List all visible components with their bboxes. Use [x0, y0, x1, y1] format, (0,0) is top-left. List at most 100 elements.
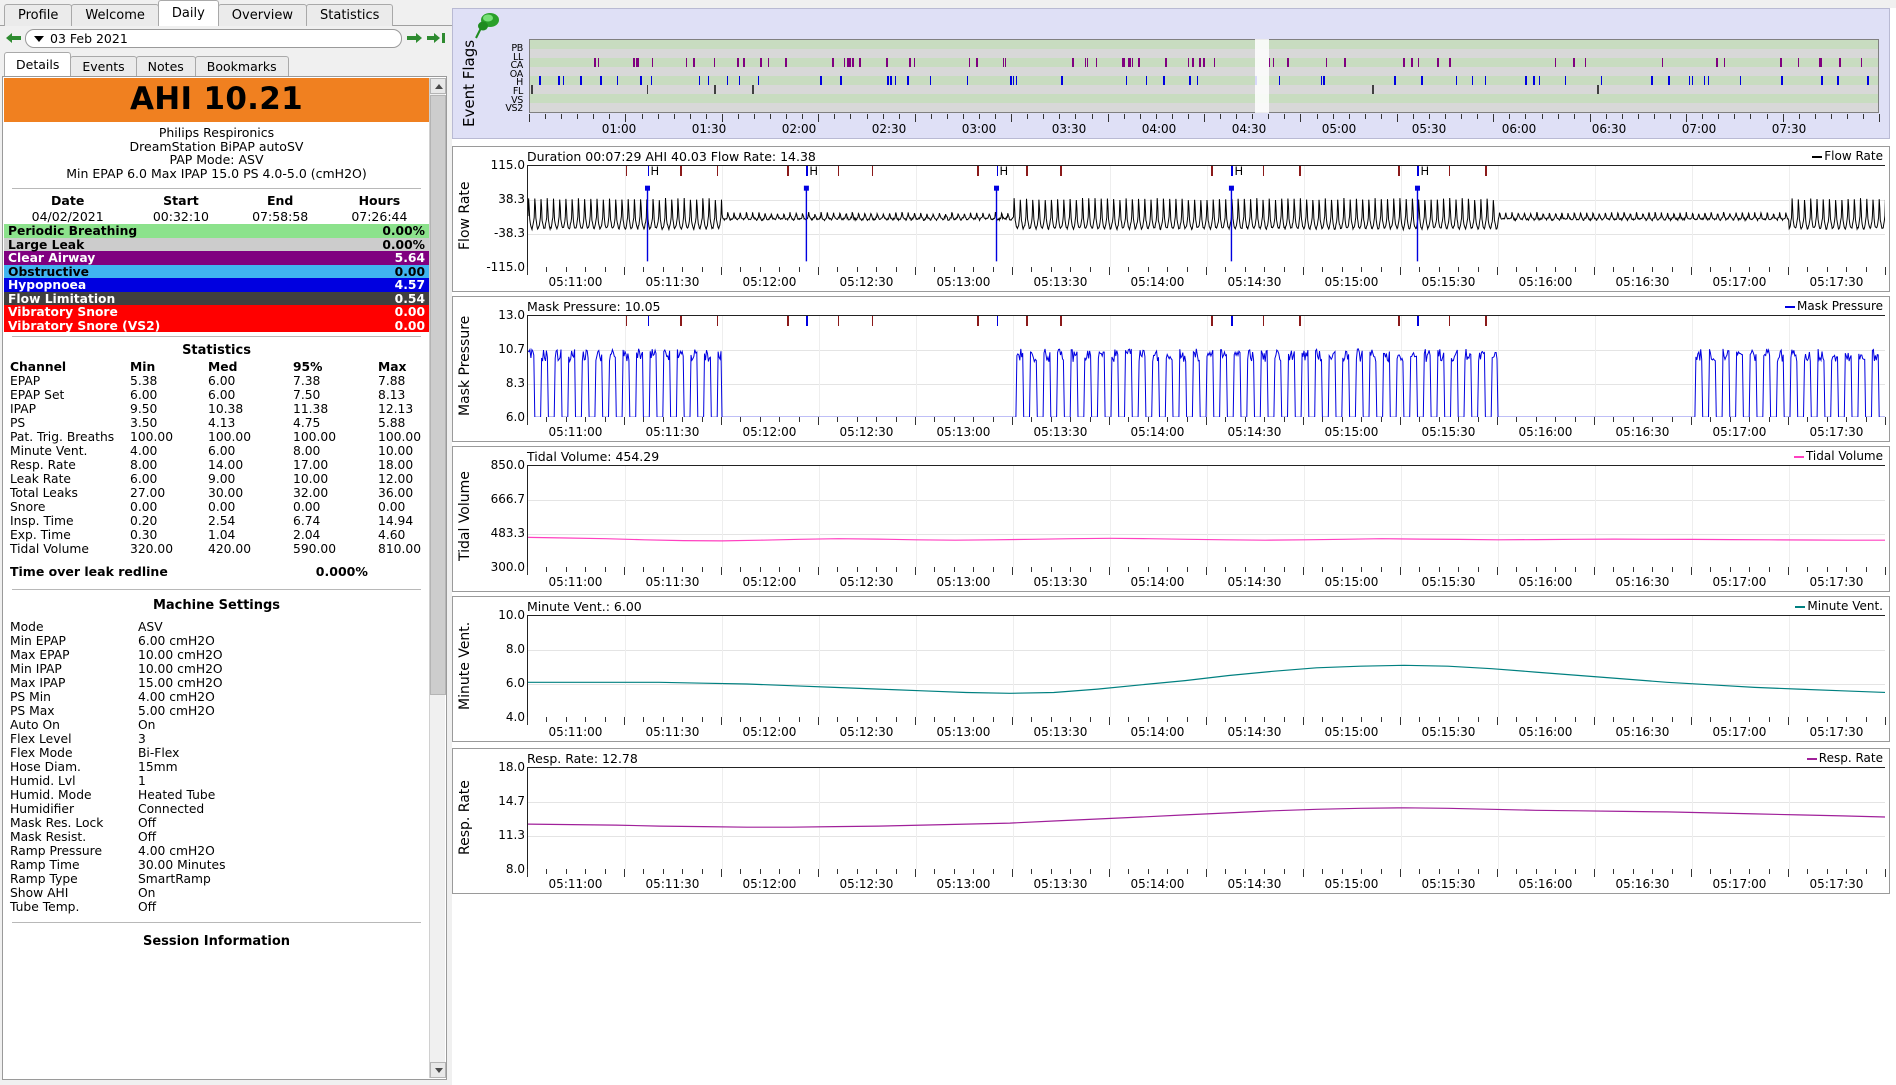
plot-area[interactable]: [527, 465, 1885, 567]
axis-tick: [1458, 417, 1460, 422]
event-summary-row[interactable]: Hypopnoea 4.57: [4, 278, 429, 292]
x-axis-tick-label: 05:11:00: [548, 275, 603, 289]
graph-legend[interactable]: Minute Vent.: [1795, 599, 1883, 613]
event-flag-marker: [785, 58, 787, 67]
axis-tick: [1341, 717, 1343, 722]
graph-legend[interactable]: Tidal Volume: [1793, 449, 1883, 463]
event-flag-marker: [707, 76, 710, 85]
machine-setting-row: PS Max 5.00 cmH2O: [4, 704, 429, 718]
statistics-cell: 14.94: [378, 514, 414, 529]
graph-flow-rate[interactable]: Duration 00:07:29 AHI 40.03 Flow Rate: 1…: [452, 146, 1890, 292]
event-summary-row[interactable]: Clear Airway 5.64: [4, 251, 429, 265]
axis-tick: [1749, 567, 1751, 572]
event-summary-row[interactable]: Vibratory Snore (VS2) 0.00: [4, 319, 429, 333]
axis-tick: [1128, 869, 1130, 874]
axis-tick: [1322, 417, 1324, 422]
tab-profile[interactable]: Profile: [4, 4, 73, 26]
axis-tick: [1477, 114, 1479, 119]
event-summary-row[interactable]: Large Leak 0.00%: [4, 238, 429, 252]
tab-daily[interactable]: Daily: [157, 0, 219, 26]
statistics-cell: 11.38: [293, 402, 329, 417]
selected-time-range[interactable]: [1254, 39, 1269, 113]
plot-area[interactable]: HHHHH: [527, 165, 1885, 267]
plot-area[interactable]: [527, 315, 1885, 417]
event-label: Vibratory Snore (VS2): [8, 318, 161, 333]
event-value: 0.00: [394, 264, 425, 279]
event-summary-row[interactable]: Periodic Breathing 0.00%: [4, 224, 429, 238]
axis-tick: [1206, 567, 1207, 575]
event-summary-row[interactable]: Obstructive 0.00: [4, 265, 429, 279]
subtab-details[interactable]: Details: [4, 52, 72, 76]
tab-welcome[interactable]: Welcome: [71, 4, 159, 26]
event-flag-marker: [890, 76, 892, 85]
axis-tick: [1050, 717, 1052, 722]
y-axis-ticks: 850.0 666.7 483.3 300.0: [477, 458, 525, 574]
plot-area[interactable]: [527, 615, 1885, 717]
axis-tick: [701, 267, 703, 272]
graph-legend[interactable]: Flow Rate: [1812, 149, 1883, 163]
next-day-icon[interactable]: [406, 30, 424, 46]
axis-tick: [701, 417, 703, 422]
axis-tick: [721, 567, 722, 575]
axis-tick: [934, 417, 936, 422]
statistics-cell: 8.00: [130, 458, 158, 473]
axis-tick: [1807, 567, 1809, 572]
y-axis-tick-label: 4.0: [505, 710, 525, 724]
axis-tick: [625, 114, 627, 122]
axis-tick: [1574, 717, 1576, 722]
x-axis-tick-label: 05:15:00: [1324, 725, 1379, 739]
pap-mode: PAP Mode: ASV: [169, 152, 264, 168]
graph-resp-rate[interactable]: Resp. Rate: 12.78 Resp. Rate Resp. Rate 18.…: [452, 748, 1890, 894]
scroll-down-icon[interactable]: [430, 1062, 446, 1078]
graph-tidal-volume[interactable]: Tidal Volume: 454.29 Tidal Volume Tidal Vo…: [452, 446, 1890, 592]
tab-statistics[interactable]: Statistics: [306, 4, 394, 26]
scrollbar-thumb[interactable]: [430, 95, 446, 695]
graph-legend[interactable]: Resp. Rate: [1806, 751, 1883, 765]
axis-tick: [662, 417, 664, 422]
statistics-cell: 6.74: [293, 514, 321, 529]
axis-tick: [1798, 114, 1800, 119]
event-summary-row[interactable]: Vibratory Snore 0.00: [4, 305, 429, 319]
axis-tick: [1458, 717, 1460, 722]
event-flags-chart[interactable]: [529, 39, 1879, 113]
graph-minute-vent[interactable]: Minute Vent.: 6.00 Minute Vent. Minute Ven…: [452, 596, 1890, 742]
subtab-notes[interactable]: Notes: [135, 56, 196, 76]
axis-tick: [662, 869, 664, 874]
axis-tick: [721, 417, 722, 425]
event-summary-row[interactable]: Flow Limitation 0.54: [4, 292, 429, 306]
subtab-bookmarks[interactable]: Bookmarks: [194, 56, 289, 76]
subtab-events[interactable]: Events: [70, 56, 137, 76]
details-scrollbar[interactable]: [429, 78, 446, 1078]
statistics-header-row: Channel Min Med 95% Max: [4, 360, 429, 374]
graph-legend[interactable]: Mask Pressure: [1785, 299, 1883, 313]
event-marker: [977, 166, 980, 176]
machine-setting-key: Tube Temp.: [10, 900, 80, 915]
last-day-icon[interactable]: [427, 30, 445, 46]
session-header-row: Date Start End Hours: [4, 192, 429, 209]
axis-tick: [953, 417, 955, 422]
scroll-up-icon[interactable]: [430, 78, 446, 94]
axis-tick: [1729, 869, 1731, 874]
axis-tick: [1268, 114, 1270, 119]
previous-day-icon[interactable]: [4, 30, 22, 46]
axis-tick: [1167, 869, 1169, 874]
machine-setting-value: On: [138, 886, 156, 901]
axis-tick: [1186, 567, 1188, 572]
graph-mask-pressure[interactable]: Mask Pressure: 10.05 Mask Pressure Mask Pr…: [452, 296, 1890, 442]
event-flag-marker: [1538, 76, 1541, 85]
x-axis-tick-label: 05:13:30: [1033, 275, 1088, 289]
oscar-main-window: Profile Welcome Daily Overview Statistics 03…: [0, 0, 1896, 1085]
legend-color-swatch: [1806, 757, 1817, 760]
plot-area[interactable]: [527, 767, 1885, 869]
date-selector[interactable]: 03 Feb 2021: [25, 29, 402, 48]
axis-tick: [759, 869, 761, 874]
axis-tick: [1070, 567, 1072, 572]
tab-overview[interactable]: Overview: [217, 4, 308, 26]
machine-setting-row: Ramp Type SmartRamp: [4, 872, 429, 886]
axis-tick: [1419, 717, 1421, 722]
pin-icon[interactable]: [475, 11, 501, 41]
axis-tick: [759, 567, 761, 572]
event-flag-marker: [1716, 58, 1718, 67]
axis-tick: [1477, 417, 1479, 422]
axis-tick: [1031, 869, 1033, 874]
